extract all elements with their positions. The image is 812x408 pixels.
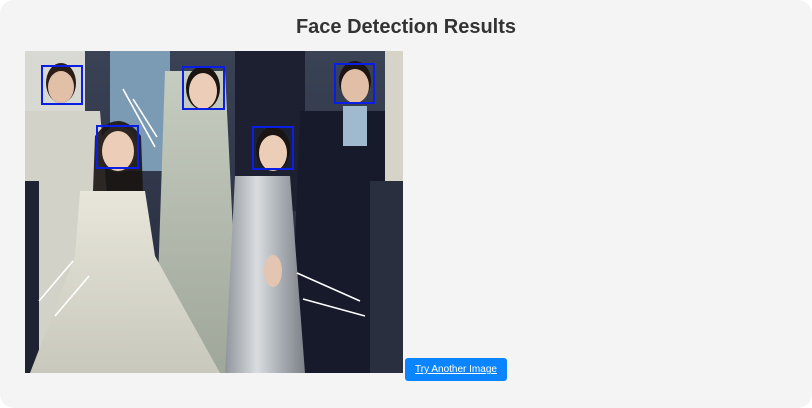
face-box-5 xyxy=(252,126,294,170)
face-box-3 xyxy=(334,63,375,104)
face-box-4 xyxy=(96,125,139,169)
face-box-1 xyxy=(41,65,83,105)
result-image xyxy=(25,51,403,373)
face-box-2 xyxy=(182,66,225,110)
page-title: Face Detection Results xyxy=(295,16,517,38)
try-another-image-button[interactable]: Try Another Image xyxy=(405,358,507,381)
results-card: Face Detection Results Try Another Image xyxy=(0,0,812,408)
